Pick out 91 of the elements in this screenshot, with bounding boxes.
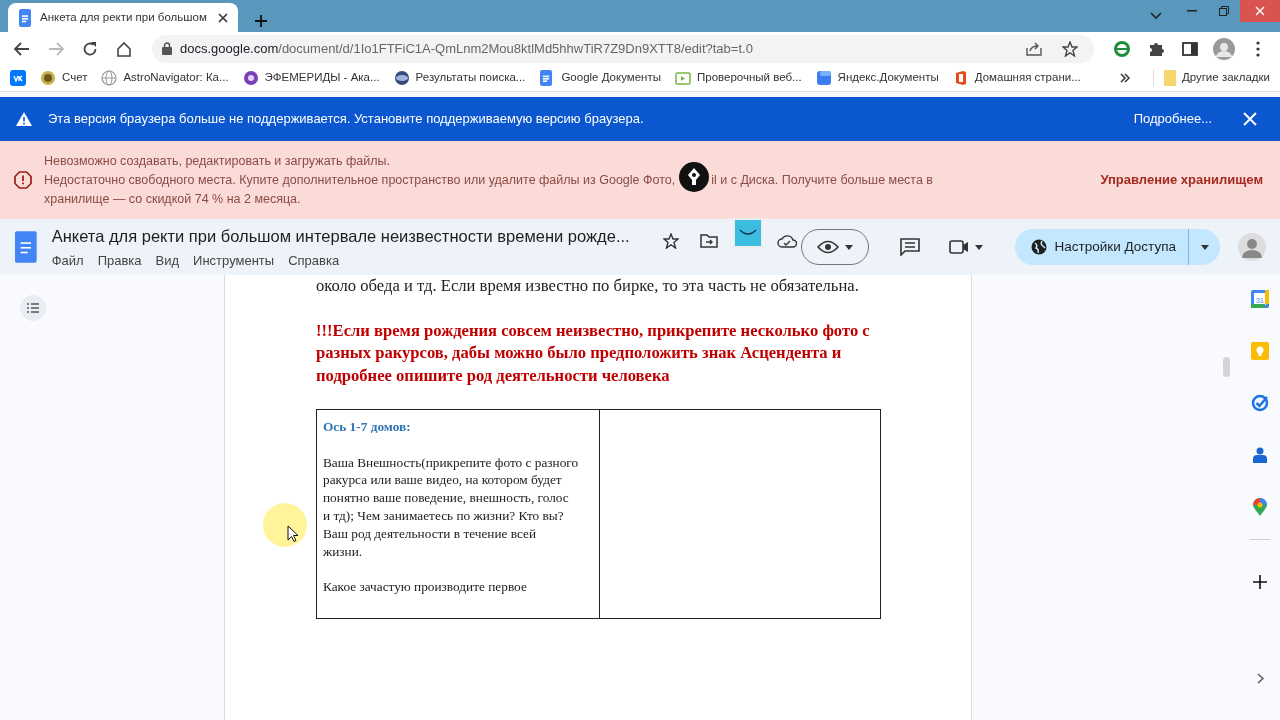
account-button[interactable] — [1238, 233, 1266, 261]
caret-icon — [1200, 244, 1209, 250]
cell-text: Ваша Внешность(прикрепите фото с разного ракурса или ваше видео, на котором будет понятно ваше поведение, внешность, голос и тд); Чем занимаетесь по жизни? Кто вы? Ваш род деятельности в течение всей жизни. — [323, 453, 580, 561]
restore-icon — [1219, 6, 1229, 16]
avatar-icon — [1238, 233, 1266, 261]
lightbulb-icon — [1251, 342, 1269, 360]
cursor-icon — [287, 525, 298, 542]
cell-text: Какое зачастую производите первое — [323, 578, 528, 596]
docs-icon[interactable] — [14, 231, 38, 263]
double-chevron-icon — [1119, 73, 1130, 83]
menu-item[interactable]: Файл — [44, 250, 91, 271]
share-icon — [1026, 41, 1042, 56]
close-icon — [1255, 6, 1265, 16]
more-icon — [1256, 40, 1260, 57]
menu-item[interactable]: Справка — [281, 250, 347, 271]
globe-icon — [1030, 239, 1047, 255]
menu-item[interactable]: Вид — [148, 250, 187, 271]
paragraph: !!!Если время рождения совсем неизвестно, прикрепите несколько фото с разных ракурсов, дабы можно было предположить знак Асцендента и подробнее опишите род деятельности человека — [316, 319, 871, 387]
bookmark[interactable]: Проверочный веб... — [675, 69, 802, 87]
close-icon — [1243, 112, 1257, 126]
play-icon — [675, 70, 691, 86]
error-detail: Недостаточно свободного места. Купите дополнительное пространство или удалите файлы из Google Фото, — [44, 171, 676, 189]
bookmark[interactable]: Google Документы — [539, 69, 661, 87]
plus-icon — [254, 14, 268, 28]
star-icon — [662, 233, 679, 249]
bookmark[interactable]: AstroNavigator: Ка... — [101, 69, 229, 87]
pen-nib-icon[interactable] — [679, 162, 710, 192]
learn-more-link[interactable]: Подробнее... — [1133, 109, 1212, 129]
docs-icon — [18, 8, 32, 27]
forward-arrow-icon — [48, 41, 64, 56]
menu-item[interactable]: Инструменты — [186, 250, 282, 271]
document-title[interactable]: Анкета для ректи при большом интервале неизвестности времени рожде... — [51, 223, 649, 249]
cursor-highlight — [263, 503, 307, 547]
map-pin-icon — [1253, 498, 1267, 516]
bookmark[interactable] — [10, 70, 26, 86]
bookmark[interactable]: Счет — [40, 69, 88, 87]
bookmark[interactable]: Результаты поиска... — [393, 69, 526, 87]
star-icon — [1062, 40, 1078, 57]
share-button[interactable]: Настройки Доступа — [1014, 229, 1220, 265]
lock-icon — [162, 42, 172, 55]
folder-icon — [1163, 70, 1176, 86]
reload-icon — [82, 40, 98, 57]
sparkle-icon — [242, 70, 259, 86]
bookmarks-folder[interactable]: Другие закладки — [1152, 69, 1270, 87]
back-arrow-icon — [14, 41, 30, 56]
caret-icon — [974, 244, 983, 250]
chevron-down-icon — [1150, 12, 1162, 20]
paragraph: около обеда и тд. Если время известно по бирке, то эта часть не обязательна. — [316, 275, 860, 297]
outline-button[interactable] — [20, 295, 46, 321]
banner-message: Эта версия браузера больше не поддерживается. Установите поддерживаемую версию браузера. — [48, 110, 645, 129]
globe-icon — [1113, 39, 1131, 58]
new-tab-button[interactable] — [254, 14, 268, 28]
comment-icon — [899, 238, 920, 256]
smile-icon — [738, 229, 757, 237]
puzzle-icon — [1148, 40, 1164, 57]
check-circle-icon — [1251, 394, 1269, 412]
person-icon — [1253, 447, 1267, 463]
bookmark[interactable]: Яндекс.Документы — [815, 69, 939, 87]
caret-icon — [844, 244, 853, 250]
home-icon — [116, 40, 132, 57]
vk-icon — [10, 70, 26, 86]
plus-icon — [1253, 575, 1267, 589]
address-bar[interactable]: docs.google.com/document/d/1Io1FTFiC1A-QmLnm2Mou8ktlMd5hhwTiR7Z9Dn9XTT8/edit?tab=t.0 — [152, 34, 1094, 63]
browser-tab[interactable]: Анкета для ректи при большом — [8, 3, 238, 32]
cloud-check-icon — [776, 234, 797, 248]
url-text: docs.google.com/document/d/1Io1FTFiC1A-QmLnm2Mou8ktlMd5hhwTiR7Z9Dn9XTT8/edit?tab=t.0 — [180, 39, 754, 58]
chevron-right-icon — [1256, 672, 1264, 684]
scrollbar-thumb[interactable] — [1223, 357, 1230, 377]
error-title: Невозможно создавать, редактировать и загружать файлы. — [44, 152, 391, 170]
manage-storage-link[interactable]: Управление хранилищем — [1100, 170, 1263, 190]
globe-icon — [101, 70, 118, 86]
coin-icon — [40, 70, 56, 86]
side-panel-icon — [1182, 41, 1198, 56]
camera-overlay[interactable] — [732, 218, 763, 248]
search-icon — [393, 70, 410, 86]
folder-arrow-icon — [699, 234, 718, 248]
error-detail: il и с Диска. Получите больше места в — [711, 171, 933, 189]
video-camera-icon — [948, 240, 969, 254]
close-icon[interactable] — [218, 12, 228, 23]
cube-icon — [815, 70, 832, 86]
warning-icon — [16, 112, 32, 126]
menu-item[interactable]: Правка — [90, 250, 149, 271]
avatar-icon — [1213, 37, 1235, 60]
bookmark[interactable]: ЭФЕМЕРИДЫ - Ака... — [242, 69, 380, 87]
error-icon — [14, 171, 32, 189]
cell-heading: Ось 1-7 домов: — [323, 418, 412, 436]
bookmark[interactable]: Домашняя страни... — [952, 69, 1081, 87]
error-detail: хранилище — со скидкой 74 % на 2 месяца. — [44, 190, 302, 208]
minimize-icon — [1187, 10, 1197, 12]
list-icon — [27, 303, 39, 313]
eye-icon — [816, 240, 839, 254]
